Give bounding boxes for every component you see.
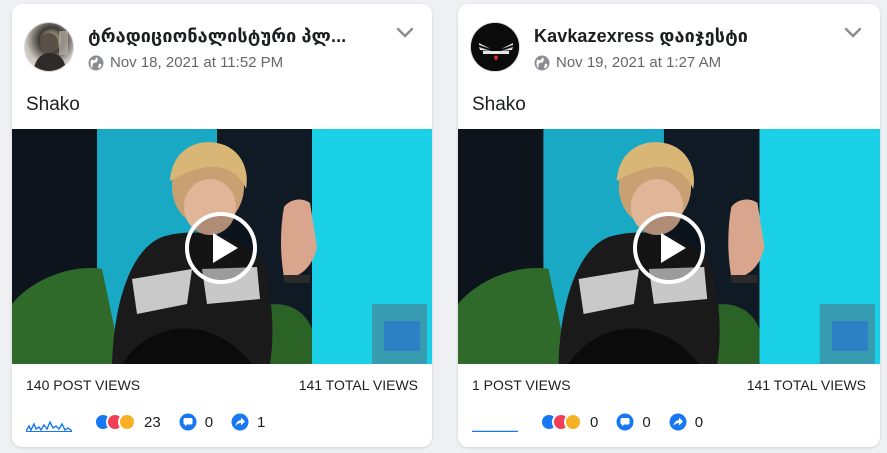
reactions-count: 23 [144,413,161,431]
page-avatar-icon[interactable] [24,22,74,72]
reactions-count: 0 [590,413,599,431]
chevron-down-icon[interactable] [844,26,862,40]
globe-icon [88,55,104,70]
post-header: ტრადიციონალისტური პლ... Nov 18, 2021 at … [24,20,420,74]
post-header: Kavkazexress დაიჯესტი Nov 19, 2021 at 1:… [470,20,868,74]
post-title: Shako [472,94,526,115]
views-row: 140 POST VIEWS 141 TOTAL VIEWS [26,377,418,393]
post-views: 1 POST VIEWS [472,377,571,393]
shares-count: 1 [257,413,266,431]
views-sparkline[interactable] [26,412,72,432]
share-icon[interactable] [231,413,249,431]
page-name[interactable]: Kavkazexress დაიჯესტი [534,26,828,47]
comments-count: 0 [204,413,214,431]
comment-icon[interactable] [616,413,634,431]
comments-count: 0 [642,413,651,431]
total-views: 141 TOTAL VIEWS [298,377,418,393]
play-icon[interactable] [184,211,258,285]
reactions[interactable] [94,413,136,431]
globe-icon [534,55,550,70]
shares-count: 0 [694,413,704,431]
video-thumbnail[interactable] [458,129,880,364]
post-meta: Nov 18, 2021 at 11:52 PM [88,54,283,71]
chevron-down-icon[interactable] [396,26,414,40]
comment-icon[interactable] [179,413,197,431]
views-row: 1 POST VIEWS 141 TOTAL VIEWS [472,377,866,393]
post-views: 140 POST VIEWS [26,377,141,393]
kavkazexpress-logo-icon[interactable] [470,22,520,72]
post-title: Shako [26,94,80,115]
share-icon[interactable] [669,413,687,431]
views-sparkline[interactable] [472,412,518,432]
post-timestamp[interactable]: Nov 19, 2021 at 1:27 AM [556,54,721,71]
play-icon[interactable] [632,211,706,285]
engagement-row: 23 0 1 [26,410,418,434]
total-views: 141 TOTAL VIEWS [746,377,866,393]
reactions[interactable] [540,413,582,431]
post-card: ტრადიციონალისტური პლ... Nov 18, 2021 at … [12,4,432,447]
post-card: Kavkazexress დაიჯესტი Nov 19, 2021 at 1:… [458,4,880,447]
haha-reaction-icon [564,413,582,431]
post-timestamp[interactable]: Nov 18, 2021 at 11:52 PM [110,54,283,71]
haha-reaction-icon [118,413,136,431]
post-meta: Nov 19, 2021 at 1:27 AM [534,54,721,71]
video-thumbnail[interactable] [12,129,432,364]
page-name[interactable]: ტრადიციონალისტური პლ... [88,26,380,47]
engagement-row: 0 0 0 [472,410,866,434]
